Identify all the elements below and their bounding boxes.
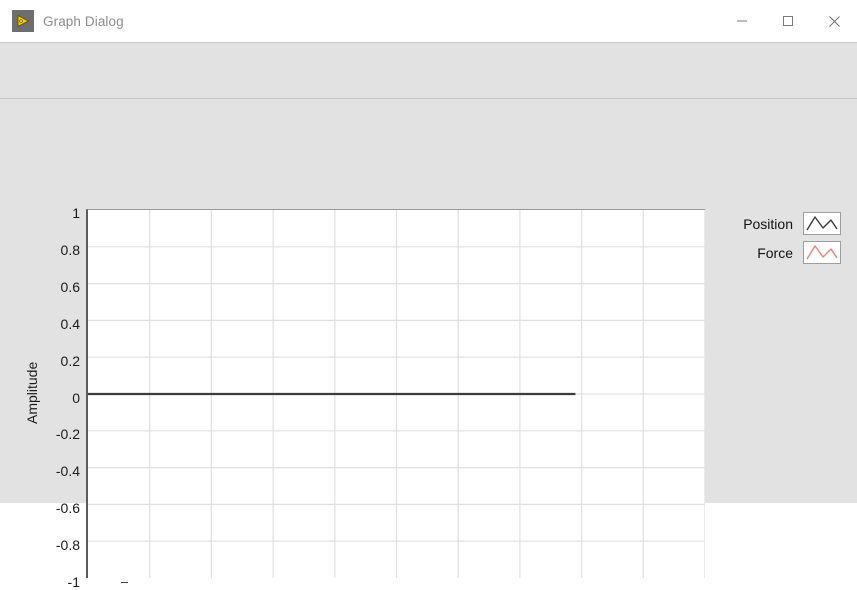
y-tick-label: 0.2 — [60, 352, 80, 369]
plot-canvas[interactable] — [86, 209, 705, 578]
y-tick-label: 0.6 — [60, 278, 80, 295]
y-axis-tick-labels: 1 0.8 0.6 0.4 0.2 0 -0.2 -0.4 -0.6 -0.8 -1 — [40, 204, 128, 590]
title-bar-left: Graph Dialog — [12, 0, 124, 42]
y-tick-label: -1 — [67, 574, 80, 590]
plot-line-swatch-icon — [806, 216, 838, 231]
maximize-button[interactable] — [765, 0, 811, 42]
y-tick-label: 0.8 — [60, 241, 80, 258]
legend-row[interactable]: Position — [716, 209, 841, 238]
window-title: Graph Dialog — [43, 13, 124, 29]
plot-line-swatch-icon — [806, 245, 838, 260]
labview-run-arrow-icon — [12, 10, 34, 32]
y-tick-label: -0.4 — [55, 463, 80, 480]
y-tick-mark — [121, 582, 128, 583]
legend-swatch-position[interactable] — [803, 212, 841, 235]
y-axis-label: Amplitude — [24, 361, 40, 425]
y-tick-label: -0.8 — [55, 537, 80, 554]
legend-row[interactable]: Force — [716, 238, 841, 267]
plot-legend: Position Force — [716, 209, 841, 267]
y-tick-label: 1 — [72, 205, 80, 221]
y-tick-label: 0.4 — [60, 315, 80, 332]
window-controls — [719, 0, 857, 42]
legend-label: Position — [743, 215, 793, 232]
y-tick-label: -0.2 — [55, 426, 80, 443]
close-button[interactable] — [811, 0, 857, 42]
close-icon — [828, 15, 841, 28]
maximize-icon — [782, 15, 794, 27]
graph-dialog-window: Graph Dialog Amplitude 1 0.8 0.6 0.4 0.2… — [0, 0, 857, 590]
toolbar — [0, 42, 857, 99]
minimize-button[interactable] — [719, 0, 765, 42]
legend-label: Force — [757, 244, 793, 261]
minimize-icon — [736, 15, 748, 27]
legend-swatch-force[interactable] — [803, 241, 841, 264]
title-bar: Graph Dialog — [0, 0, 857, 42]
y-tick-label: 0 — [72, 389, 80, 406]
graph-area: Amplitude 1 0.8 0.6 0.4 0.2 0 -0.2 -0.4 -0.6 -0.8… — [0, 100, 857, 590]
plot-svg — [88, 210, 705, 578]
